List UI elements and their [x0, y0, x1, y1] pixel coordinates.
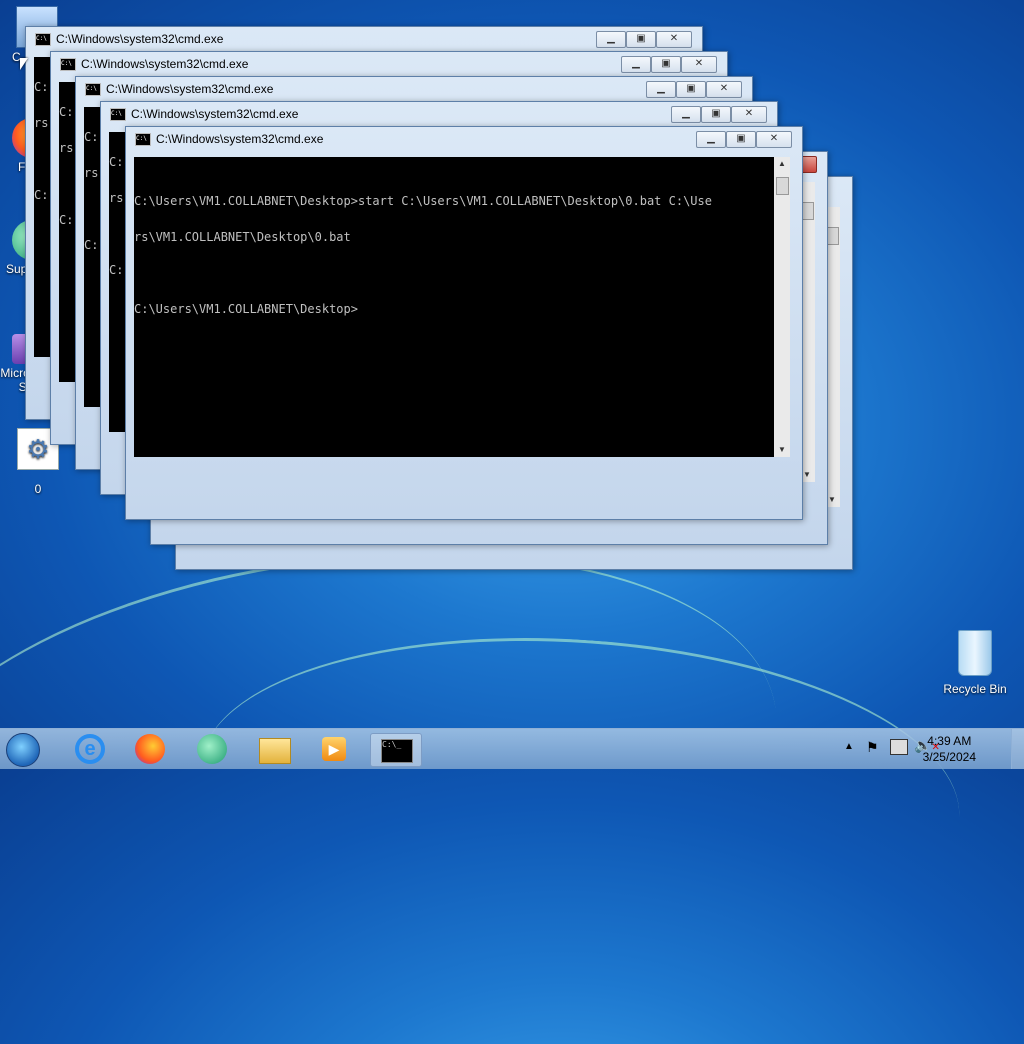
window-titlebar[interactable]: C:\ C:\Windows\system32\cmd.exe ▁ ▣ ✕ — [126, 127, 802, 151]
minimize-button[interactable]: ▁ — [646, 81, 676, 98]
windows-logo-icon — [6, 733, 40, 767]
maximize-button[interactable]: ▣ — [651, 56, 681, 73]
clock-date: 3/25/2024 — [922, 750, 976, 764]
desktop-icon-recycle-bin[interactable]: Recycle Bin — [937, 630, 1013, 696]
taskbar-media-player[interactable]: ▶ — [312, 733, 356, 765]
scrollbar[interactable]: ▲ ▼ — [774, 157, 790, 457]
minimize-button[interactable]: ▁ — [621, 56, 651, 73]
close-button[interactable]: ✕ — [681, 56, 717, 73]
cmd-icon: C:\ — [60, 58, 76, 71]
cmd-icon: C:\ — [135, 133, 151, 146]
minimize-button[interactable]: ▁ — [696, 131, 726, 148]
recycle-bin-icon — [958, 630, 992, 676]
window-title: C:\Windows\system32\cmd.exe — [56, 32, 224, 46]
close-button[interactable]: ✕ — [731, 106, 767, 123]
cmd-icon: C:\_ — [381, 739, 413, 763]
desktop-icon-label: Recycle Bin — [943, 682, 1007, 696]
scroll-down-icon[interactable]: ▼ — [778, 445, 786, 454]
start-button[interactable] — [6, 733, 46, 767]
window-titlebar[interactable]: C:\ C:\Windows\system32\cmd.exe ▁ ▣ ✕ — [51, 52, 727, 76]
console-output[interactable]: C:\Users\VM1.COLLABNET\Desktop>start C:\… — [134, 157, 774, 457]
scroll-down-icon[interactable]: ▼ — [803, 470, 811, 479]
scroll-up-icon[interactable]: ▲ — [778, 159, 786, 168]
window-titlebar[interactable]: C:\ C:\Windows\system32\cmd.exe ▁ ▣ ✕ — [26, 27, 702, 51]
minimize-button[interactable]: ▁ — [671, 106, 701, 123]
scroll-down-icon[interactable]: ▼ — [828, 495, 836, 504]
window-title: C:\Windows\system32\cmd.exe — [131, 107, 299, 121]
folder-icon — [259, 738, 291, 764]
firefox-icon — [135, 734, 165, 764]
cmd-icon: C:\ — [85, 83, 101, 96]
console-line: C:\Users\VM1.COLLABNET\Desktop> — [134, 302, 358, 316]
clock-time: 4:39 AM — [927, 734, 972, 748]
desktop-icon-label: 0 — [34, 482, 42, 496]
show-desktop-button[interactable] — [1011, 729, 1024, 769]
maximize-button[interactable]: ▣ — [626, 31, 656, 48]
console-line: rs\VM1.COLLABNET\Desktop\0.bat — [134, 230, 351, 244]
taskbar: e ▶ C:\_ ▲ ⚑ 🔈✕ 4:39 AM 3/25/2024 — [0, 728, 1024, 769]
cmd-window-active[interactable]: C:\ C:\Windows\system32\cmd.exe ▁ ▣ ✕ C:… — [125, 126, 803, 520]
scrollbar-thumb[interactable] — [776, 177, 789, 195]
show-hidden-icons-button[interactable]: ▲ — [844, 741, 854, 752]
taskbar-explorer[interactable] — [252, 733, 296, 765]
taskbar-edge[interactable] — [190, 733, 234, 765]
taskbar-internet-explorer[interactable]: e — [68, 733, 112, 765]
close-button[interactable]: ✕ — [756, 131, 792, 148]
taskbar-firefox[interactable] — [128, 733, 172, 765]
maximize-button[interactable]: ▣ — [726, 131, 756, 148]
maximize-button[interactable]: ▣ — [676, 81, 706, 98]
mouse-cursor-icon — [20, 58, 28, 70]
close-button[interactable]: ✕ — [706, 81, 742, 98]
console-line: C:\Users\VM1.COLLABNET\Desktop>start C:\… — [134, 194, 712, 208]
close-button[interactable]: ✕ — [656, 31, 692, 48]
minimize-button[interactable]: ▁ — [596, 31, 626, 48]
edge-icon — [197, 734, 227, 764]
taskbar-clock[interactable]: 4:39 AM 3/25/2024 — [923, 733, 976, 765]
maximize-button[interactable]: ▣ — [701, 106, 731, 123]
window-titlebar[interactable]: C:\ C:\Windows\system32\cmd.exe ▁ ▣ ✕ — [76, 77, 752, 101]
network-icon[interactable] — [890, 739, 908, 755]
media-player-icon: ▶ — [322, 737, 346, 761]
cmd-icon: C:\ — [35, 33, 51, 46]
window-title: C:\Windows\system32\cmd.exe — [81, 57, 249, 71]
internet-explorer-icon: e — [75, 734, 105, 764]
taskbar-cmd[interactable]: C:\_ — [370, 733, 422, 767]
flag-icon[interactable]: ⚑ — [866, 739, 879, 756]
cmd-icon: C:\ — [110, 108, 126, 121]
window-title: C:\Windows\system32\cmd.exe — [106, 82, 274, 96]
window-title: C:\Windows\system32\cmd.exe — [156, 132, 324, 146]
window-titlebar[interactable]: C:\ C:\Windows\system32\cmd.exe ▁ ▣ ✕ — [101, 102, 777, 126]
